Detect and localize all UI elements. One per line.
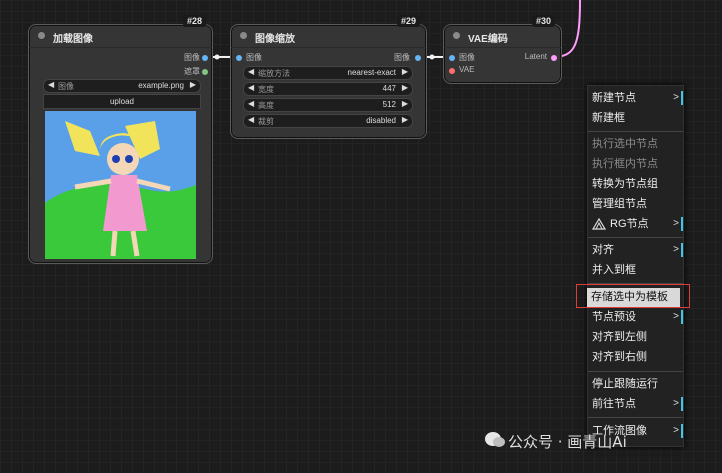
arrow-left-icon[interactable]: ◀ [248,67,254,76]
arrow-right-icon[interactable]: ▶ [402,67,408,76]
widget-value: 512 [382,100,396,109]
arrow-left-icon[interactable]: ◀ [48,80,54,89]
widget-label: 图像 [58,82,74,91]
menu-item-manage-group[interactable]: 管理组节点 [588,194,683,214]
crop-widget[interactable]: ◀ 裁剪 disabled ▶ [243,114,413,128]
node-title: 图像缩放 [255,34,295,45]
widget-label: 裁剪 [258,117,274,126]
arrow-right-icon[interactable]: ▶ [190,80,196,89]
menu-item-convert-group[interactable]: 转换为节点组 [588,174,683,194]
watermark-text: 公众号 · 画青山Ai [508,433,627,451]
input-image-port[interactable] [236,55,242,61]
input-image-port[interactable] [449,55,455,61]
node-collapse-dot[interactable] [38,32,45,39]
arrow-right-icon[interactable]: ▶ [402,83,408,92]
annotation-red-box [576,284,690,308]
menu-item-goto-node[interactable]: 前往节点 > [588,394,683,414]
node-title: 加载图像 [53,34,93,45]
height-widget[interactable]: ◀ 高度 512 ▶ [243,98,413,112]
output-image-port[interactable] [415,55,421,61]
arrow-left-icon[interactable]: ◀ [248,115,254,124]
widget-label: 高度 [258,101,274,110]
arrow-left-icon[interactable]: ◀ [248,99,254,108]
widget-value: disabled [366,116,396,125]
vae-encode-node[interactable]: #30 VAE编码 图像 VAE Latent [443,15,562,84]
menu-item-run-selected: 执行选中节点 [592,138,658,150]
input-image-label: 图像 [246,53,262,62]
output-latent-port[interactable] [551,55,557,61]
upload-button[interactable]: upload [43,94,201,109]
wechat-icon [485,432,505,447]
scale-method-widget[interactable]: ◀ 缩放方法 nearest-exact ▶ [243,66,413,80]
rg-icon [592,218,606,230]
node-collapse-dot[interactable] [240,32,247,39]
widget-label: 缩放方法 [258,69,290,78]
load-image-node[interactable]: #28 加载图像 图像 遮罩 ◀ 图像 example.png ▶ upload [28,15,213,264]
widget-label: 宽度 [258,85,274,94]
widget-value: nearest-exact [347,68,396,77]
image-scale-node[interactable]: #29 图像缩放 图像 图像 ◀ 缩放方法 nearest-exact ▶ ◀ … [230,15,427,139]
arrow-right-icon[interactable]: ▶ [402,99,408,108]
menu-item-merge-to-group[interactable]: 并入到框 [588,260,683,280]
node-title: VAE编码 [468,34,508,45]
menu-item-stop-follow[interactable]: 停止跟随运行 [588,374,683,394]
output-latent-label: Latent [524,52,547,61]
arrow-left-icon[interactable]: ◀ [248,83,254,92]
menu-item-rg-nodes[interactable]: RG节点 > [588,214,683,234]
image-select-widget[interactable]: ◀ 图像 example.png ▶ [43,79,201,93]
menu-item-new-node[interactable]: 新建节点 > [588,88,683,108]
menu-item-node-presets[interactable]: 节点预设 > [588,307,683,327]
output-mask-label: 遮罩 [184,67,200,76]
input-vae-port[interactable] [449,68,455,74]
menu-item-align-left[interactable]: 对齐到左侧 [588,327,683,347]
widget-value: 447 [382,84,396,93]
output-image-port[interactable] [202,55,208,61]
menu-item-run-group: 执行框内节点 [592,158,658,170]
node-collapse-dot[interactable] [453,32,460,39]
context-menu: 新建节点 > 新建框 执行选中节点 执行框内节点 转换为节点组 管理组节点 RG节… [587,85,684,447]
menu-item-align-right[interactable]: 对齐到右侧 [588,347,683,367]
arrow-right-icon[interactable]: ▶ [402,115,408,124]
output-image-label: 图像 [184,53,200,62]
menu-item-new-group[interactable]: 新建框 [588,108,683,128]
menu-item-align[interactable]: 对齐 > [588,240,683,260]
output-image-label: 图像 [394,53,410,62]
image-preview [45,111,196,259]
input-vae-label: VAE [459,65,475,74]
output-mask-port[interactable] [202,69,208,75]
width-widget[interactable]: ◀ 宽度 447 ▶ [243,82,413,96]
widget-value: example.png [138,81,184,90]
input-image-label: 图像 [459,53,475,62]
